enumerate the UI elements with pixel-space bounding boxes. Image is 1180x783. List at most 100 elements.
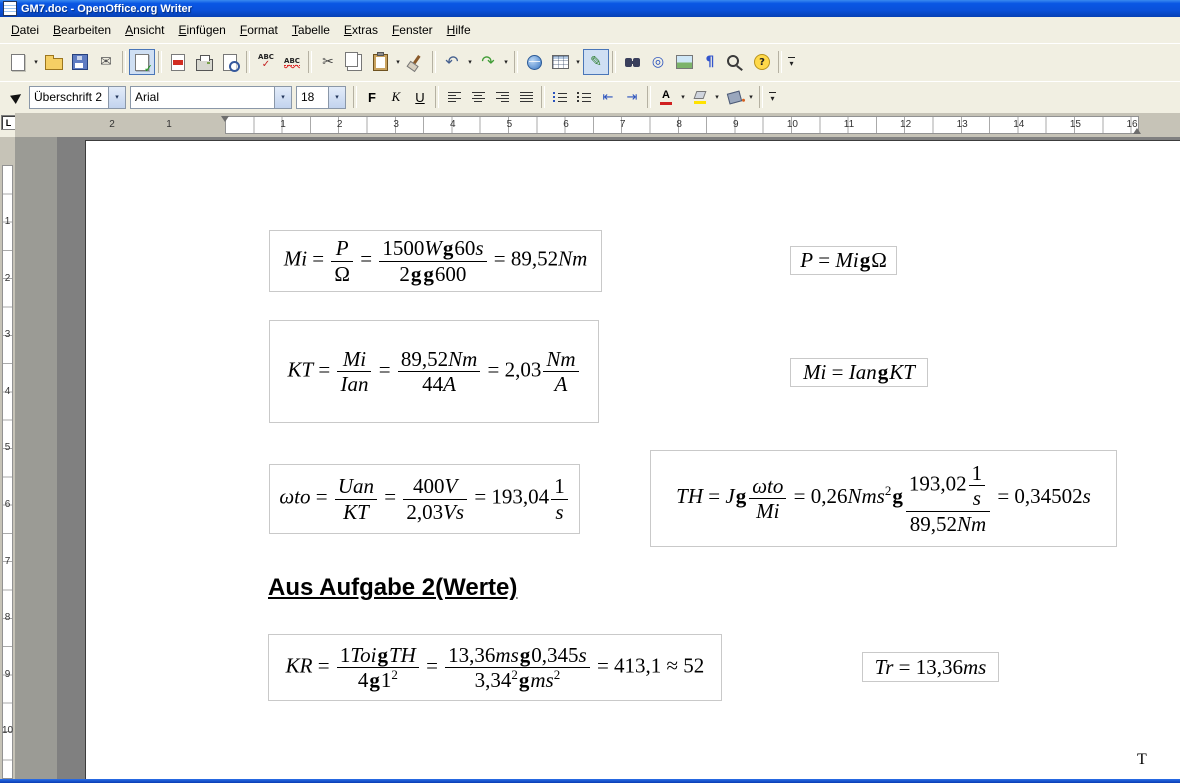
menu-einfuegen[interactable]: Einfügen — [171, 20, 232, 40]
formatting-toolbar-overflow[interactable]: ▾ — [766, 91, 779, 103]
highlighting-dropdown[interactable]: ▾ — [712, 93, 722, 101]
find-replace-button[interactable] — [619, 49, 645, 75]
formula-th-object[interactable]: TH = JgωtoMi = 0,26Nms2g193,021s89,52Nm … — [650, 450, 1117, 547]
magnifier-icon — [727, 55, 739, 67]
undo-dropdown[interactable]: ▾ — [465, 58, 475, 66]
numbered-list-button[interactable] — [548, 85, 572, 109]
auto-spellcheck-button[interactable]: ABC — [279, 49, 305, 75]
formula-mi-object[interactable]: Mi = PΩ = 1500Wg60s2gg600 = 89,52Nm — [269, 230, 602, 292]
menu-bearbeiten[interactable]: Bearbeiten — [46, 20, 118, 40]
underline-button[interactable]: U — [408, 85, 432, 109]
vertical-ruler-active-area[interactable] — [2, 165, 13, 779]
ruler-corner: L — [0, 113, 15, 137]
gallery-button[interactable] — [671, 49, 697, 75]
print-button[interactable] — [191, 49, 217, 75]
increase-indent-button[interactable]: ⇥ — [620, 85, 644, 109]
new-document-button[interactable] — [5, 49, 31, 75]
math-text: Vs — [443, 500, 464, 524]
font-name-value: Arial — [131, 90, 274, 104]
menu-ansicht[interactable]: Ansicht — [118, 20, 171, 40]
help-button[interactable]: ? — [749, 49, 775, 75]
tab-stop-selector[interactable]: L — [1, 115, 16, 130]
copy-button[interactable] — [341, 49, 367, 75]
email-button[interactable]: ✉ — [93, 49, 119, 75]
font-name-dropdown[interactable]: ▾ — [274, 87, 291, 108]
formula-p-object[interactable]: P = MigΩ — [790, 246, 897, 275]
math-text: TH — [389, 643, 416, 667]
math-text: s — [579, 643, 587, 667]
highlighting-button[interactable] — [688, 85, 712, 109]
standard-toolbar-overflow[interactable]: ▾ — [785, 56, 798, 68]
formula-tr-object[interactable]: Tr = 13,36ms — [862, 652, 999, 682]
math-text: Nm — [546, 347, 575, 371]
formula-kt-object[interactable]: KT = MiIan = 89,52Nm44A = 2,03NmA — [269, 320, 599, 423]
menu-format[interactable]: Format — [233, 20, 285, 40]
menu-hilfe[interactable]: Hilfe — [440, 20, 478, 40]
align-right-button[interactable] — [490, 85, 514, 109]
font-size-combo[interactable]: 18 ▾ — [296, 86, 346, 109]
missing-glyph: g — [368, 668, 381, 692]
font-color-button[interactable]: A — [654, 85, 678, 109]
table-grid-icon — [552, 55, 569, 69]
missing-glyph: g — [877, 360, 890, 384]
math-text: 2 — [399, 262, 410, 286]
formula-kr-object[interactable]: KR = 1ToigTH4g12 = 13,36msg0,345s3,342gm… — [268, 634, 722, 701]
menu-fenster[interactable]: Fenster — [385, 20, 440, 40]
justify-icon — [520, 92, 533, 102]
align-left-button[interactable] — [442, 85, 466, 109]
horizontal-ruler[interactable]: 2112345678910111213141516 — [15, 113, 1180, 137]
cut-button[interactable]: ✂ — [315, 49, 341, 75]
zoom-button[interactable] — [723, 49, 749, 75]
redo-dropdown[interactable]: ▾ — [501, 58, 511, 66]
font-size-dropdown[interactable]: ▾ — [328, 87, 345, 108]
undo-button[interactable]: ↶ — [439, 49, 465, 75]
menu-datei[interactable]: Datei — [4, 20, 46, 40]
styles-and-formatting-button[interactable] — [5, 85, 29, 109]
paragraph-style-dropdown[interactable]: ▾ — [108, 87, 125, 108]
decrease-indent-button[interactable]: ⇤ — [596, 85, 620, 109]
paste-dropdown[interactable]: ▾ — [393, 58, 403, 66]
nonprinting-characters-button[interactable]: ¶ — [697, 49, 723, 75]
italic-button[interactable]: K — [384, 85, 408, 109]
superscript: 2 — [391, 667, 398, 682]
formula-mi2-object[interactable]: Mi = IangKT — [790, 358, 928, 387]
formula-wto-object[interactable]: ωto = UanKT = 400V2,03Vs = 193,041s — [269, 464, 580, 534]
document-stray-text[interactable]: T — [1137, 751, 1147, 769]
insert-table-button[interactable] — [547, 49, 573, 75]
fraction: 1ToigTH4g12 — [337, 643, 419, 692]
format-paintbrush-button[interactable] — [403, 49, 429, 75]
document-heading[interactable]: Aus Aufgabe 2(Werte) — [268, 574, 517, 602]
redo-button[interactable]: ↷ — [475, 49, 501, 75]
math-text: P — [336, 236, 349, 260]
paste-button[interactable] — [367, 49, 393, 75]
spellcheck-button[interactable]: ABC✓ — [253, 49, 279, 75]
font-name-combo[interactable]: Arial ▾ — [130, 86, 292, 109]
draw-functions-button[interactable]: ✎ — [583, 49, 609, 75]
justify-button[interactable] — [514, 85, 538, 109]
ruler-number: 11 — [844, 120, 854, 130]
align-center-button[interactable] — [466, 85, 490, 109]
open-button[interactable] — [41, 49, 67, 75]
edit-file-button[interactable]: ✓ — [129, 49, 155, 75]
menu-tabelle[interactable]: Tabelle — [285, 20, 337, 40]
ruler-number: 6 — [5, 500, 11, 510]
navigator-button[interactable]: ◎ — [645, 49, 671, 75]
page-preview-button[interactable] — [217, 49, 243, 75]
title-bar[interactable]: GM7.doc - OpenOffice.org Writer — [0, 0, 1180, 17]
font-color-dropdown[interactable]: ▾ — [678, 93, 688, 101]
background-color-button[interactable] — [722, 85, 746, 109]
left-indent-marker[interactable] — [221, 116, 229, 122]
paragraph-style-combo[interactable]: Überschrift 2 ▾ — [29, 86, 126, 109]
fraction: MiIan — [337, 347, 371, 396]
save-button[interactable] — [67, 49, 93, 75]
insert-table-dropdown[interactable]: ▾ — [573, 58, 583, 66]
new-document-dropdown[interactable]: ▾ — [31, 58, 41, 66]
bold-button[interactable]: F — [360, 85, 384, 109]
vertical-ruler[interactable]: 12345678910 — [0, 137, 15, 779]
math-text: = — [313, 357, 335, 381]
menu-extras[interactable]: Extras — [337, 20, 385, 40]
background-color-dropdown[interactable]: ▾ — [746, 93, 756, 101]
hyperlink-button[interactable] — [521, 49, 547, 75]
export-pdf-button[interactable] — [165, 49, 191, 75]
bullet-list-button[interactable] — [572, 85, 596, 109]
